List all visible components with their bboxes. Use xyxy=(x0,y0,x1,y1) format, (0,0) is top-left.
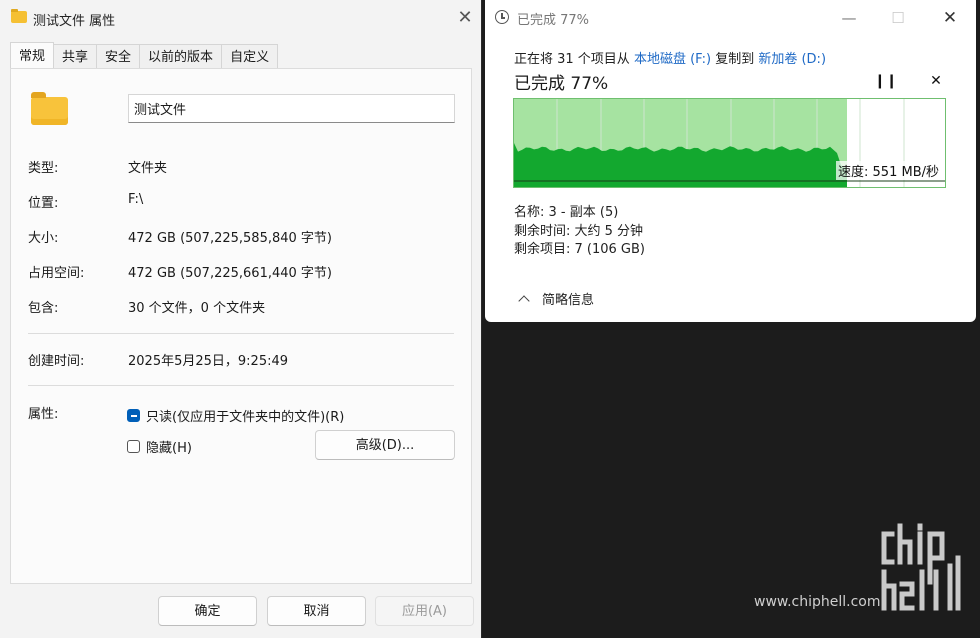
progress-text: 已完成 77% xyxy=(514,74,609,94)
maximize-icon[interactable]: ☐ xyxy=(883,3,913,33)
source-link[interactable]: 本地磁盘 (F:) xyxy=(634,52,711,67)
items-remaining: 剩余项目: 7 (106 GB) xyxy=(514,242,645,257)
hidden-label: 隐藏(H) xyxy=(146,440,192,456)
hidden-option[interactable]: 隐藏(H) xyxy=(127,436,192,456)
properties-dialog: 测试文件 属性 ✕ 常规 共享 安全 以前的版本 自定义 类型: 文件夹 位置:… xyxy=(0,0,482,638)
clock-icon xyxy=(495,10,509,24)
close-icon[interactable]: ✕ xyxy=(450,3,480,33)
readonly-checkbox[interactable] xyxy=(127,408,140,422)
copy-middle: 复制到 xyxy=(711,52,759,67)
watermark-logo-graphic xyxy=(881,523,961,611)
minimize-icon[interactable]: — xyxy=(834,3,864,33)
speed-graph: 速度: 551 MB/秒 xyxy=(513,98,946,188)
copy-progress-dialog: 已完成 77% — ☐ ✕ 正在将 31 个项目从 本地磁盘 (F:) 复制到 … xyxy=(485,0,976,322)
folder-icon xyxy=(11,9,27,23)
copy-description: 正在将 31 个项目从 本地磁盘 (F:) 复制到 新加卷 (D:) xyxy=(514,48,826,67)
tab-previous-versions[interactable]: 以前的版本 xyxy=(139,44,223,68)
readonly-option[interactable]: 只读(仅应用于文件夹中的文件)(R) xyxy=(127,405,344,425)
hidden-checkbox[interactable] xyxy=(127,439,140,453)
less-details-label: 简略信息 xyxy=(542,293,595,308)
tab-customize[interactable]: 自定义 xyxy=(221,44,279,68)
pause-icon[interactable]: ❙❙ xyxy=(874,72,897,90)
attributes-label: 属性: xyxy=(28,407,59,422)
tab-general[interactable]: 常规 xyxy=(10,42,55,68)
time-remaining: 剩余时间: 大约 5 分钟 xyxy=(514,224,644,239)
size-value: 472 GB (507,225,585,840 字节) xyxy=(128,231,332,246)
watermark-logo xyxy=(880,522,966,612)
contains-value: 30 个文件，0 个文件夹 xyxy=(128,301,266,316)
location-label: 位置: xyxy=(28,196,59,211)
properties-titlebar: 测试文件 属性 ✕ xyxy=(0,0,481,36)
tab-sharing[interactable]: 共享 xyxy=(53,44,98,68)
created-value: 2025年5月25日，9:25:49 xyxy=(128,354,289,369)
tab-strip: 常规 共享 安全 以前的版本 自定义 xyxy=(10,42,279,68)
ok-button[interactable]: 确定 xyxy=(158,596,257,626)
copy-title: 已完成 77% xyxy=(517,13,590,28)
created-label: 创建时间: xyxy=(28,354,85,369)
general-panel: 类型: 文件夹 位置: F:\ 大小: 472 GB (507,225,585,… xyxy=(10,68,472,584)
folder-name-input[interactable] xyxy=(128,94,455,123)
type-label: 类型: xyxy=(28,161,59,176)
speed-text: 速度: 551 MB/秒 xyxy=(836,161,941,180)
watermark-url: www.chiphell.com xyxy=(754,594,881,610)
advanced-button[interactable]: 高级(D)... xyxy=(315,430,455,460)
cancel-button[interactable]: 取消 xyxy=(267,596,366,626)
size-label: 大小: xyxy=(28,231,59,246)
chevron-up-icon xyxy=(518,294,530,307)
divider xyxy=(28,333,454,334)
folder-large-icon xyxy=(31,92,68,125)
close-icon[interactable]: ✕ xyxy=(935,3,965,33)
type-value: 文件夹 xyxy=(128,161,168,176)
disk-size-value: 472 GB (507,225,661,440 字节) xyxy=(128,266,332,281)
less-details-toggle[interactable]: 简略信息 xyxy=(518,289,594,308)
location-value: F:\ xyxy=(128,192,144,207)
disk-size-label: 占用空间: xyxy=(28,266,85,281)
destination-link[interactable]: 新加卷 (D:) xyxy=(758,52,826,67)
apply-button[interactable]: 应用(A) xyxy=(375,596,474,626)
divider xyxy=(28,385,454,386)
current-file-name: 名称: 3 - 副本 (5) xyxy=(514,205,619,220)
copy-prefix: 正在将 31 个项目从 xyxy=(514,52,634,67)
tab-security[interactable]: 安全 xyxy=(96,44,141,68)
properties-title: 测试文件 属性 xyxy=(33,14,116,29)
readonly-label: 只读(仅应用于文件夹中的文件)(R) xyxy=(146,409,345,425)
contains-label: 包含: xyxy=(28,301,59,316)
cancel-copy-icon[interactable]: ✕ xyxy=(926,72,946,90)
